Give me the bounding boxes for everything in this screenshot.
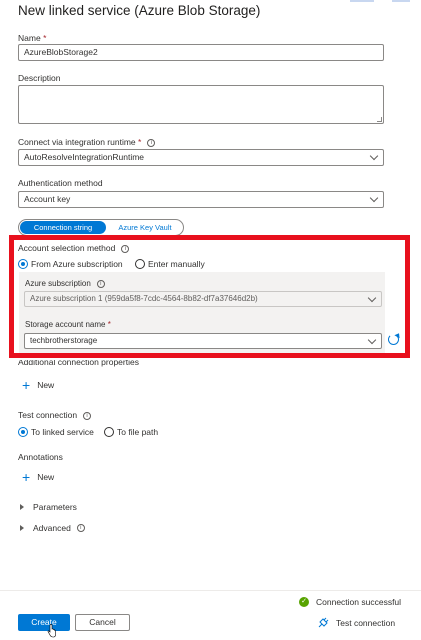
add-annotation-button[interactable]: + New — [22, 469, 54, 485]
parameters-expander[interactable]: Parameters — [20, 502, 77, 512]
runtime-select[interactable]: AutoResolveIntegrationRuntime — [18, 149, 384, 166]
chevron-down-icon — [369, 151, 379, 161]
toggle-connection-string[interactable]: Connection string — [20, 221, 106, 234]
hand-cursor-icon — [47, 624, 56, 638]
advanced-expander[interactable]: Advanced i — [20, 523, 85, 533]
radio-unselected-icon — [104, 427, 114, 437]
name-label: Name * — [18, 33, 47, 43]
radio-selected-icon — [18, 427, 28, 437]
plug-icon — [318, 617, 329, 628]
header-link-underline — [350, 0, 374, 2]
annotations-label: Annotations — [18, 452, 63, 462]
runtime-label: Connect via integration runtime * i — [18, 137, 156, 147]
cancel-button[interactable]: Cancel — [75, 614, 130, 631]
description-label: Description — [18, 73, 61, 83]
chevron-right-icon — [20, 525, 24, 531]
header-link-underline — [392, 0, 410, 2]
create-button[interactable]: Create — [18, 614, 70, 631]
page-title: New linked service (Azure Blob Storage) — [18, 3, 261, 18]
connection-status: ✓ Connection successful — [299, 597, 401, 607]
additional-properties-label: Additional connection properties — [18, 360, 139, 367]
success-check-icon: ✓ — [299, 597, 309, 607]
highlight-box — [9, 235, 410, 358]
add-connection-property-button[interactable]: + New — [22, 377, 54, 393]
chevron-right-icon — [20, 504, 24, 510]
auth-source-toggle[interactable]: Connection string Azure Key Vault — [18, 219, 184, 236]
plus-icon: + — [22, 469, 31, 485]
auth-label: Authentication method — [18, 178, 103, 188]
resize-grip-icon[interactable] — [377, 117, 382, 122]
radio-to-file-path[interactable]: To file path — [104, 427, 158, 437]
test-connection-label: Test connection i — [18, 410, 92, 420]
info-icon[interactable]: i — [83, 412, 92, 420]
auth-select[interactable]: Account key — [18, 191, 384, 208]
plus-icon: + — [22, 377, 31, 393]
footer-divider — [0, 590, 421, 591]
toggle-azure-key-vault[interactable]: Azure Key Vault — [109, 221, 181, 234]
chevron-down-icon — [369, 193, 379, 203]
radio-to-linked-service[interactable]: To linked service — [18, 427, 94, 437]
name-input[interactable]: AzureBlobStorage2 — [18, 44, 384, 61]
test-connection-button[interactable]: Test connection — [318, 617, 395, 628]
description-textarea[interactable] — [18, 85, 384, 124]
info-icon[interactable]: i — [76, 524, 85, 532]
info-icon[interactable]: i — [147, 139, 156, 147]
